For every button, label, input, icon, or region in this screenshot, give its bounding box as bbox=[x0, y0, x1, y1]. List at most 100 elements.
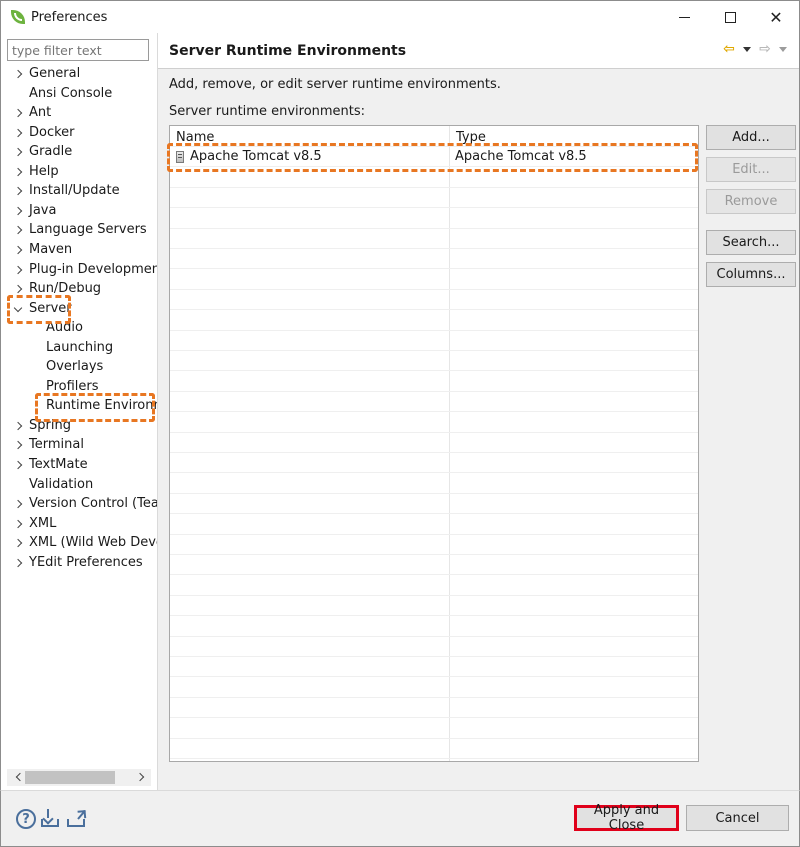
chevron-right-icon[interactable] bbox=[14, 539, 24, 549]
tree-item-label: XML (Wild Web Deve bbox=[29, 535, 157, 551]
forward-arrow-icon[interactable]: ⇨ bbox=[757, 41, 773, 57]
add-button[interactable]: Add... bbox=[706, 125, 796, 150]
tree-item[interactable]: Language Servers bbox=[1, 221, 157, 240]
menu-dropdown-icon[interactable] bbox=[779, 46, 787, 52]
chevron-right-icon[interactable] bbox=[14, 148, 24, 158]
back-arrow-icon[interactable]: ⇦ bbox=[721, 41, 737, 57]
tree-item[interactable]: Run/Debug bbox=[1, 280, 157, 299]
tree-item[interactable]: Ant bbox=[1, 104, 157, 123]
filter-input[interactable] bbox=[7, 39, 149, 61]
export-icon[interactable] bbox=[67, 809, 87, 829]
chevron-right-icon[interactable] bbox=[14, 559, 24, 569]
tree-item-label: Version Control (Tea bbox=[29, 496, 157, 512]
minimize-icon bbox=[678, 17, 690, 18]
chevron-right-icon[interactable] bbox=[14, 187, 24, 197]
help-icon[interactable]: ? bbox=[16, 809, 36, 829]
page-header: Server Runtime Environments ⇦ ⇨ bbox=[158, 33, 799, 69]
chevron-down-icon[interactable] bbox=[14, 305, 24, 315]
table-grid-line bbox=[170, 207, 698, 209]
tree-item[interactable]: Server bbox=[1, 300, 157, 319]
tree-item[interactable]: TextMate bbox=[1, 456, 157, 475]
tree-item[interactable]: Java bbox=[1, 202, 157, 221]
tree-item-label: Docker bbox=[29, 124, 75, 140]
tree-item[interactable]: YEdit Preferences bbox=[1, 554, 157, 573]
tree-item[interactable]: XML bbox=[1, 515, 157, 534]
tree-item[interactable]: General bbox=[1, 65, 157, 84]
table-grid-line bbox=[170, 370, 698, 372]
tree-item[interactable]: Runtime Environn bbox=[1, 397, 157, 416]
chevron-right-icon[interactable] bbox=[14, 207, 24, 217]
tree-item[interactable]: XML (Wild Web Deve bbox=[1, 534, 157, 553]
chevron-right-icon[interactable] bbox=[14, 246, 24, 256]
chevron-right-icon[interactable] bbox=[14, 266, 24, 276]
table-grid-line bbox=[170, 452, 698, 453]
runtime-environments-table[interactable]: Name Type Apache Tomcat v8.5 Apache Tomc… bbox=[169, 125, 699, 762]
chevron-right-icon[interactable] bbox=[14, 129, 24, 139]
column-separator[interactable] bbox=[449, 126, 450, 761]
tree-item[interactable]: Version Control (Tea bbox=[1, 495, 157, 514]
tree-item[interactable]: Terminal bbox=[1, 436, 157, 455]
tree-item-label: Language Servers bbox=[29, 222, 147, 238]
minimize-button[interactable] bbox=[661, 1, 707, 34]
tree-item[interactable]: Overlays bbox=[1, 358, 157, 377]
tree-item[interactable]: Maven bbox=[1, 241, 157, 260]
search-button[interactable]: Search... bbox=[706, 230, 796, 255]
tree-item-label: Java bbox=[29, 202, 57, 218]
tree-item[interactable]: Validation bbox=[1, 476, 157, 495]
table-grid-line bbox=[170, 186, 698, 188]
tree-item[interactable]: Help bbox=[1, 163, 157, 182]
chevron-right-icon[interactable] bbox=[14, 422, 24, 432]
table-row[interactable]: Apache Tomcat v8.5 Apache Tomcat v8.5 bbox=[170, 146, 698, 166]
tree-item[interactable]: Docker bbox=[1, 124, 157, 143]
cancel-button[interactable]: Cancel bbox=[686, 805, 789, 831]
table-grid-line bbox=[170, 248, 698, 249]
list-label: Server runtime environments: bbox=[169, 104, 366, 119]
tree-item[interactable]: Audio bbox=[1, 319, 157, 338]
import-icon[interactable] bbox=[41, 809, 61, 829]
tree-item-label: Spring bbox=[29, 417, 71, 433]
table-grid-line bbox=[170, 268, 698, 270]
table-grid-line bbox=[170, 492, 698, 494]
column-header-type[interactable]: Type bbox=[450, 126, 698, 146]
chevron-right-icon[interactable] bbox=[14, 285, 24, 295]
chevron-right-icon[interactable] bbox=[14, 520, 24, 530]
server-runtime-icon bbox=[176, 150, 184, 163]
close-button[interactable]: ✕ bbox=[753, 1, 799, 34]
dialog-footer: ? Apply and Close Cancel bbox=[0, 790, 800, 847]
table-grid-line bbox=[170, 635, 698, 637]
scroll-right-icon[interactable] bbox=[137, 773, 145, 781]
chevron-right-icon[interactable] bbox=[14, 70, 24, 80]
window-title: Preferences bbox=[31, 9, 108, 25]
chevron-right-icon[interactable] bbox=[14, 109, 24, 119]
page-description: Add, remove, or edit server runtime envi… bbox=[169, 77, 501, 92]
table-grid-line bbox=[170, 166, 698, 168]
tree-item[interactable]: Install/Update bbox=[1, 182, 157, 201]
tree-item[interactable]: Plug-in Developmen bbox=[1, 261, 157, 280]
column-header-name[interactable]: Name bbox=[170, 126, 449, 146]
chevron-right-icon[interactable] bbox=[14, 441, 24, 451]
back-dropdown-icon[interactable] bbox=[743, 46, 751, 52]
apply-and-close-button[interactable]: Apply and Close bbox=[574, 803, 679, 833]
sidebar-horizontal-scrollbar[interactable] bbox=[7, 769, 151, 786]
chevron-right-icon[interactable] bbox=[14, 168, 24, 178]
chevron-right-icon[interactable] bbox=[14, 226, 24, 236]
maximize-button[interactable] bbox=[707, 1, 753, 34]
table-grid-line bbox=[170, 411, 698, 413]
columns-button[interactable]: Columns... bbox=[706, 262, 796, 287]
tree-item[interactable]: Launching bbox=[1, 339, 157, 358]
scrollbar-thumb[interactable] bbox=[25, 771, 115, 784]
tree-item[interactable]: Profilers bbox=[1, 378, 157, 397]
spring-leaf-icon bbox=[10, 9, 26, 25]
chevron-right-icon[interactable] bbox=[14, 461, 24, 471]
scroll-left-icon[interactable] bbox=[15, 773, 23, 781]
remove-button[interactable]: Remove bbox=[706, 189, 796, 214]
table-grid-line bbox=[170, 146, 698, 147]
tree-item[interactable]: Ansi Console bbox=[1, 85, 157, 104]
tree-item[interactable]: Gradle bbox=[1, 143, 157, 162]
table-grid-line bbox=[170, 574, 698, 576]
tree-item[interactable]: Spring bbox=[1, 417, 157, 436]
edit-button[interactable]: Edit... bbox=[706, 157, 796, 182]
table-grid-line bbox=[170, 390, 698, 392]
chevron-right-icon[interactable] bbox=[14, 500, 24, 510]
tree-item-label: Install/Update bbox=[29, 183, 120, 199]
